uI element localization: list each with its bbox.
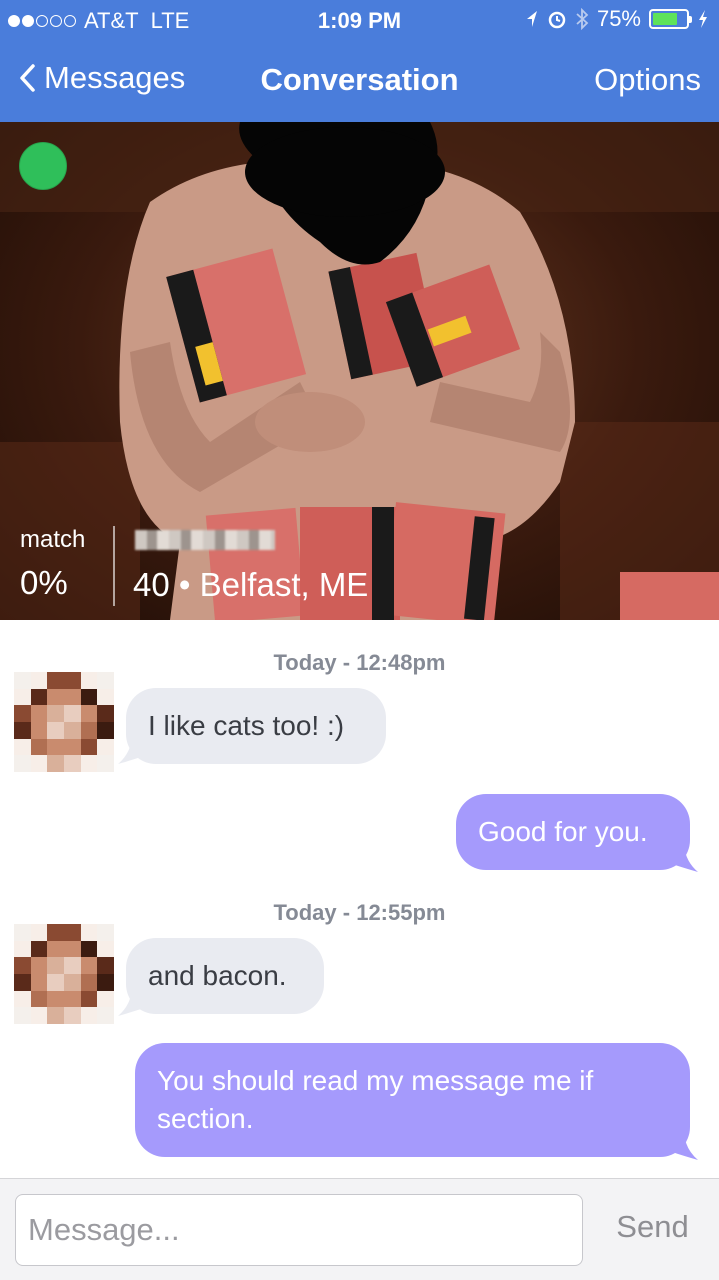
battery-percent: 75% (596, 6, 641, 31)
age-location: 40 • Belfast, ME (133, 566, 369, 603)
message-bubble-incoming: and bacon. (126, 938, 324, 1014)
status-right: 75% (525, 6, 709, 32)
status-bar: AT&T LTE 1:09 PM 75% (0, 0, 719, 40)
location-arrow-icon (526, 11, 537, 27)
message-bubble-outgoing: You should read my message me if section… (135, 1043, 690, 1157)
online-status-indicator (19, 142, 67, 190)
message-bubble-incoming: I like cats too! :) (126, 688, 386, 764)
avatar[interactable] (14, 924, 114, 1024)
username-redacted (135, 530, 275, 550)
chevron-left-icon (20, 64, 35, 92)
back-button[interactable]: Messages (18, 60, 185, 96)
send-button[interactable]: Send (600, 1209, 705, 1245)
battery-icon (649, 9, 692, 29)
message-bubble-outgoing: Good for you. (456, 794, 690, 870)
timestamp: Today - 12:55pm (273, 900, 446, 925)
match-label: match (20, 526, 86, 553)
composer-bar: Send (0, 1178, 719, 1280)
back-button-label: Messages (44, 60, 186, 95)
options-button[interactable]: Options (594, 62, 701, 98)
nav-bar: Messages Conversation Options (0, 40, 719, 122)
alarm-icon (548, 11, 566, 29)
battery-fill (653, 13, 677, 25)
profile-photo[interactable]: match 0% 40 • Belfast, ME (0, 122, 719, 620)
charging-bolt-icon (699, 10, 707, 28)
bluetooth-icon (576, 8, 589, 30)
message-input[interactable] (15, 1194, 583, 1266)
match-block: match 0% (20, 526, 85, 602)
match-value: 0% (20, 564, 68, 601)
avatar[interactable] (14, 672, 114, 772)
divider (113, 526, 115, 606)
profile-photo-image (0, 122, 719, 620)
chat-area: Today - 12:48pm I like cats too! :) Good… (0, 620, 719, 1178)
